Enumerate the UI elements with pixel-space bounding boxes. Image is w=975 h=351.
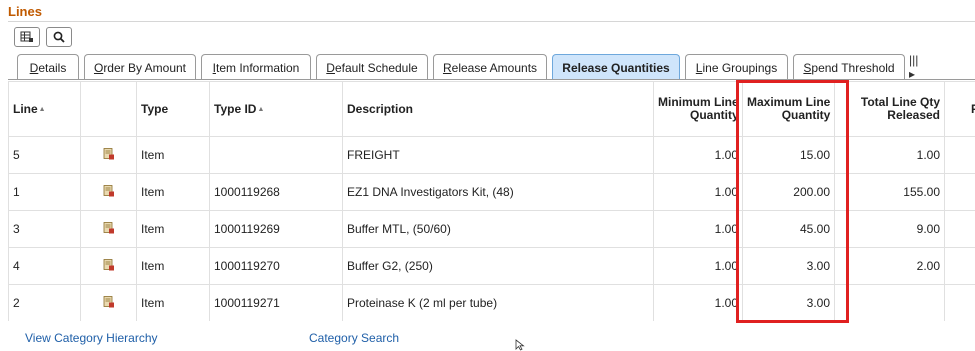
cell-line: 2 [9,285,81,322]
cell-total-line-qty-released: 155.00 [835,174,945,211]
cell-type: Item [137,174,210,211]
tab-item-information[interactable]: Item Information [201,54,311,80]
grid-settings-icon [20,31,34,43]
line-details-icon[interactable] [103,222,115,234]
cell-type-id: 1000119270 [210,248,343,285]
cell-next [945,174,975,211]
category-search-link[interactable]: Category Search [309,331,399,345]
tabs-divider [8,79,975,80]
cell-description: Buffer MTL, (50/60) [343,211,654,248]
cell-minimum-line-quantity: 1.00 [654,285,743,322]
find-button[interactable] [46,27,72,47]
cell-minimum-line-quantity: 1.00 [654,248,743,285]
cell-next [945,285,975,322]
column-header-type-id[interactable]: Type ID▲ [210,82,343,137]
section-title: Lines [8,4,42,19]
line-details-icon[interactable] [103,185,115,197]
cell-details[interactable] [81,174,137,211]
column-header-next[interactable]: F [945,82,975,137]
cell-maximum-line-quantity: 45.00 [743,211,835,248]
column-header-line[interactable]: Line▲ [9,82,81,137]
grid-header-row: Line▲ Type Type ID▲ Description Minimum … [9,82,975,137]
column-header-minimum-line-quantity[interactable]: Minimum LineQuantity [654,82,743,137]
cell-type-id: 1000119269 [210,211,343,248]
tab-order-by-amount[interactable]: Order By Amount [84,54,196,80]
personalize-grid-button[interactable] [14,27,40,47]
table-row[interactable]: 5ItemFREIGHT1.0015.001.00 [9,137,975,174]
cell-type-id [210,137,343,174]
cell-minimum-line-quantity: 1.00 [654,211,743,248]
table-row[interactable]: 4 Item1000119270Buffer G2, (250)1.003.002… [9,248,975,285]
cell-description: Buffer G2, (250) [343,248,654,285]
cell-description: Proteinase K (2 ml per tube) [343,285,654,322]
cell-minimum-line-quantity: 1.00 [654,137,743,174]
cell-total-line-qty-released: 1.00 [835,137,945,174]
cell-next [945,248,975,285]
cell-details[interactable] [81,137,137,174]
table-row[interactable]: 1 Item1000119268EZ1 DNA Investigators Kit… [9,174,975,211]
column-header-type[interactable]: Type [137,82,210,137]
cell-total-line-qty-released: 9.00 [835,211,945,248]
tab-release-quantities[interactable]: Release Quantities [552,54,680,80]
table-row[interactable]: 3 Item1000119269Buffer MTL, (50/60)1.0045… [9,211,975,248]
cell-total-line-qty-released [835,285,945,322]
cell-maximum-line-quantity: 15.00 [743,137,835,174]
tab-details[interactable]: Details [17,54,79,80]
column-header-maximum-line-quantity[interactable]: Maximum LineQuantity [743,82,835,137]
sort-arrow-icon: ▲ [257,106,264,113]
cell-maximum-line-quantity: 200.00 [743,174,835,211]
column-header-details [81,82,137,137]
tab-default-schedule[interactable]: Default Schedule [316,54,428,80]
cell-details[interactable] [81,211,137,248]
cell-next [945,137,975,174]
cell-type: Item [137,137,210,174]
cell-line: 3 [9,211,81,248]
column-header-total-line-qty-released[interactable]: Total Line QtyReleased [835,82,945,137]
view-category-hierarchy-link[interactable]: View Category Hierarchy [25,331,158,345]
table-row[interactable]: 2 Item1000119271Proteinase K (2 ml per tu… [9,285,975,322]
cell-next [945,211,975,248]
cell-description: FREIGHT [343,137,654,174]
line-details-icon[interactable] [103,259,115,271]
cell-description: EZ1 DNA Investigators Kit, (48) [343,174,654,211]
lines-grid: Line▲ Type Type ID▲ Description Minimum … [8,81,975,321]
cell-line: 4 [9,248,81,285]
cell-line: 1 [9,174,81,211]
column-header-description[interactable]: Description [343,82,654,137]
cell-minimum-line-quantity: 1.00 [654,174,743,211]
cell-maximum-line-quantity: 3.00 [743,248,835,285]
search-icon [53,31,65,43]
show-more-tabs-icon[interactable]: |||▸ [909,54,918,80]
cell-type: Item [137,248,210,285]
cell-type-id: 1000119271 [210,285,343,322]
sort-arrow-icon: ▲ [39,106,46,113]
tab-spend-threshold[interactable]: Spend Threshold [793,54,905,80]
title-divider [8,21,975,22]
tab-release-amounts[interactable]: Release Amounts [433,54,547,80]
line-details-icon[interactable] [103,148,115,160]
cell-line: 5 [9,137,81,174]
mouse-cursor-icon [515,339,525,351]
line-details-icon[interactable] [103,296,115,308]
cell-details[interactable] [81,248,137,285]
cell-maximum-line-quantity: 3.00 [743,285,835,322]
tab-line-groupings[interactable]: Line Groupings [685,54,788,80]
cell-type: Item [137,285,210,322]
cell-type-id: 1000119268 [210,174,343,211]
cell-details[interactable] [81,285,137,322]
cell-total-line-qty-released: 2.00 [835,248,945,285]
cell-type: Item [137,211,210,248]
